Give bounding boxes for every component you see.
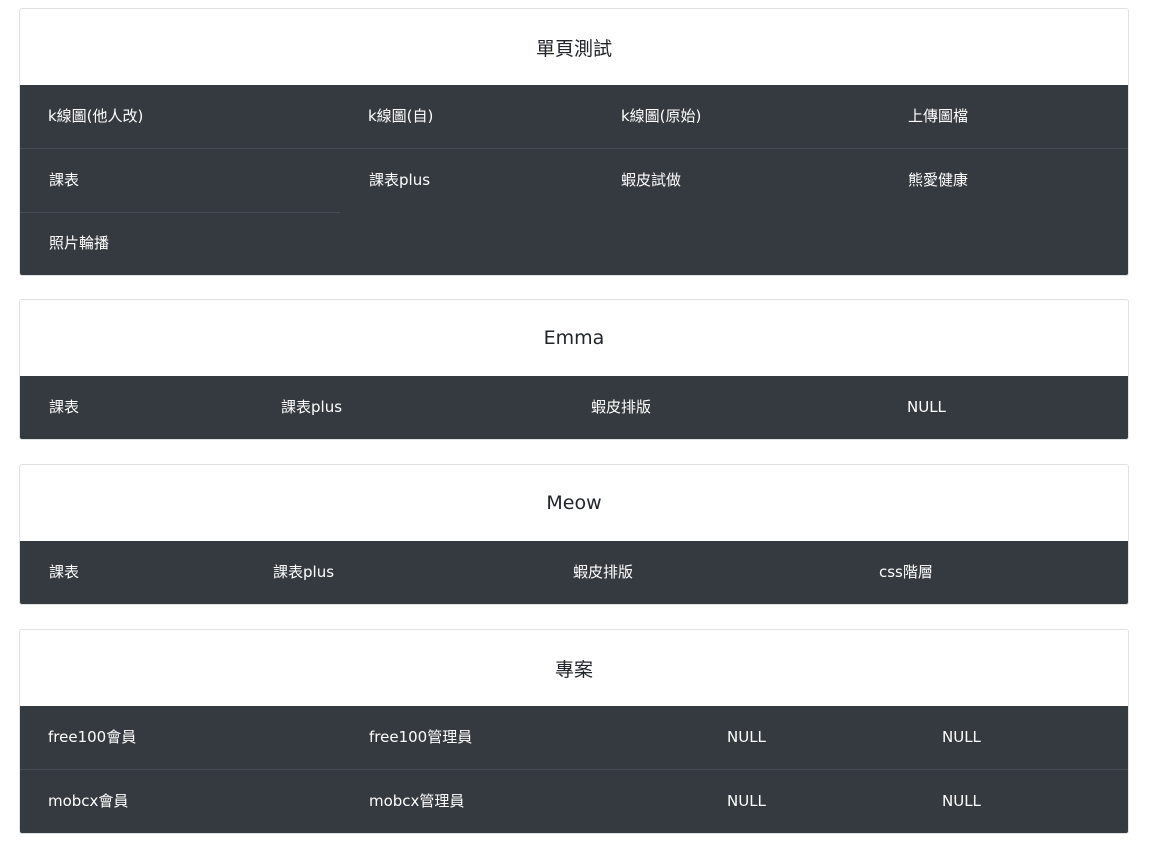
null-cell: NULL bbox=[727, 792, 766, 810]
table-row: free100會員 free100管理員 NULL NULL bbox=[20, 706, 1128, 769]
table-row: mobcx會員 mobcx管理員 NULL NULL bbox=[20, 769, 1128, 833]
links-table: free100會員 free100管理員 NULL NULL mobcx會員 m… bbox=[20, 706, 1128, 833]
link-photo-carousel[interactable]: 照片輪播 bbox=[49, 212, 109, 275]
table-row: 課表 課表plus 蝦皮排版 css階層 bbox=[20, 541, 1128, 604]
section-meow: Meow 課表 課表plus 蝦皮排版 css階層 bbox=[19, 464, 1129, 605]
section-title: Meow bbox=[20, 465, 1128, 541]
link-upload-image[interactable]: 上傳圖檔 bbox=[908, 85, 968, 148]
link-schedule-plus[interactable]: 課表plus bbox=[369, 149, 430, 212]
link-schedule[interactable]: 課表 bbox=[49, 376, 79, 439]
link-schedule-plus[interactable]: 課表plus bbox=[281, 376, 342, 439]
links-table: 課表 課表plus 蝦皮排版 css階層 bbox=[20, 541, 1128, 604]
null-cell: NULL bbox=[727, 728, 766, 746]
section-single-page-test: 單頁測試 k線圖(他人改) k線圖(自) k線圖(原始) 上傳圖檔 課表 課表p… bbox=[19, 8, 1129, 276]
link-schedule[interactable]: 課表 bbox=[49, 149, 79, 212]
link-bear-love-health[interactable]: 熊愛健康 bbox=[908, 149, 968, 212]
link-mobcx-member[interactable]: mobcx會員 bbox=[48, 770, 128, 833]
null-cell: NULL bbox=[942, 792, 981, 810]
links-table: k線圖(他人改) k線圖(自) k線圖(原始) 上傳圖檔 課表 課表plus 蝦… bbox=[20, 85, 1128, 275]
link-kline-modified[interactable]: k線圖(他人改) bbox=[48, 85, 143, 148]
link-kline-original[interactable]: k線圖(原始) bbox=[621, 85, 701, 148]
link-shopee-trial[interactable]: 蝦皮試做 bbox=[621, 149, 681, 212]
link-shopee-layout[interactable]: 蝦皮排版 bbox=[573, 541, 633, 604]
links-table: 課表 課表plus 蝦皮排版 NULL bbox=[20, 376, 1128, 439]
section-projects: 專案 free100會員 free100管理員 NULL NULL mobcx會… bbox=[19, 629, 1129, 834]
null-cell: NULL bbox=[907, 398, 946, 416]
link-free100-member[interactable]: free100會員 bbox=[48, 706, 136, 769]
table-row: 照片輪播 bbox=[20, 212, 1128, 275]
link-css-hierarchy[interactable]: css階層 bbox=[879, 541, 933, 604]
table-row: k線圖(他人改) k線圖(自) k線圖(原始) 上傳圖檔 bbox=[20, 85, 1128, 148]
link-free100-admin[interactable]: free100管理員 bbox=[369, 706, 472, 769]
null-cell: NULL bbox=[942, 728, 981, 746]
section-title: Emma bbox=[20, 300, 1128, 376]
table-row: 課表 課表plus 蝦皮試做 熊愛健康 bbox=[20, 148, 1128, 212]
table-row: 課表 課表plus 蝦皮排版 NULL bbox=[20, 376, 1128, 439]
section-title: 專案 bbox=[20, 630, 1128, 706]
link-shopee-layout[interactable]: 蝦皮排版 bbox=[591, 376, 651, 439]
link-mobcx-admin[interactable]: mobcx管理員 bbox=[369, 770, 464, 833]
section-title: 單頁測試 bbox=[20, 9, 1128, 85]
link-kline-self[interactable]: k線圖(自) bbox=[368, 85, 433, 148]
link-schedule-plus[interactable]: 課表plus bbox=[273, 541, 334, 604]
link-schedule[interactable]: 課表 bbox=[49, 541, 79, 604]
section-emma: Emma 課表 課表plus 蝦皮排版 NULL bbox=[19, 299, 1129, 440]
